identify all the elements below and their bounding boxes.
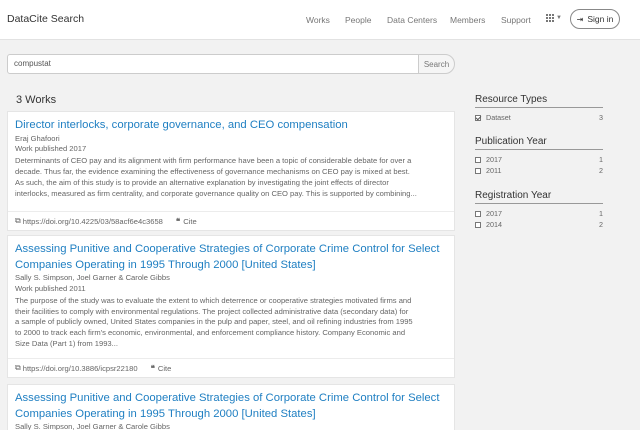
facet-item-2014[interactable]: 2014 2 [475,219,603,230]
signin-label: Sign in [587,14,614,24]
search-input[interactable]: compustat [7,54,419,74]
result-card: Assessing Punitive and Cooperative Strat… [7,235,455,378]
apps-menu-button[interactable]: ▼ [546,14,562,22]
cite-button[interactable]: ❝ Cite [176,217,197,226]
navbar: DataCite Search Works People Data Center… [0,0,640,40]
search-button[interactable]: Search [418,54,455,74]
facet-item-dataset[interactable]: Dataset 3 [475,112,603,123]
result-authors: Sally S. Simpson, Joel Garner & Carole G… [15,422,170,430]
nav-link-people[interactable]: People [345,15,371,25]
caret-down-icon: ▼ [556,15,562,21]
result-description: The purpose of the study was to evaluate… [15,295,413,349]
signin-button[interactable]: ⇥ Sign in [570,9,620,29]
result-published: Work published 2011 [15,283,86,293]
brand-logo[interactable]: DataCite Search [7,13,84,25]
facet-item-2011[interactable]: 2011 2 [475,165,603,176]
divider [475,203,603,204]
nav-link-support[interactable]: Support [501,15,531,25]
checkbox-icon[interactable] [475,156,481,163]
facet-title-publication-year: Publication Year [475,136,547,147]
checkbox-icon[interactable] [475,167,481,174]
result-title-link[interactable]: Director interlocks, corporate governanc… [15,118,447,134]
checkbox-icon[interactable] [475,210,481,217]
quote-icon: ❝ [150,363,155,373]
result-card: Assessing Punitive and Cooperative Strat… [7,384,455,430]
result-title-link[interactable]: Assessing Punitive and Cooperative Strat… [15,391,447,422]
nav-link-works[interactable]: Works [306,15,330,25]
nav-link-members[interactable]: Members [450,15,485,25]
divider [475,107,603,108]
result-card: Director interlocks, corporate governanc… [7,111,455,231]
result-authors: Sally S. Simpson, Joel Garner & Carole G… [15,273,170,282]
checkbox-checked-icon[interactable] [475,114,481,121]
results-count: 3 Works [16,94,57,106]
doi-link[interactable]: https://doi.org/10.4225/03/58acf6e4c3658 [23,217,163,226]
sign-in-icon: ⇥ [576,14,584,24]
quote-icon: ❝ [175,216,181,226]
facet-title-resource-types: Resource Types [475,94,548,105]
checkbox-icon[interactable] [475,221,481,228]
facet-item-2017[interactable]: 2017 1 [475,208,603,219]
result-description: Determinants of CEO pay and its alignmen… [15,156,417,198]
result-footer: ⧉ https://doi.org/10.3886/icpsr22180 ❝ C… [8,358,454,377]
result-footer: ⧉ https://doi.org/10.4225/03/58acf6e4c36… [8,211,454,230]
facet-title-registration-year: Registration Year [475,190,552,201]
doi-link[interactable]: https://doi.org/10.3886/icpsr22180 [23,364,138,373]
external-link-icon: ⧉ [15,216,21,225]
divider [475,149,603,150]
external-link-icon: ⧉ [15,363,21,372]
nav-link-data-centers[interactable]: Data Centers [387,15,437,25]
cite-button[interactable]: ❝ Cite [151,364,172,373]
result-authors: Eraj Ghafoori [15,133,60,143]
facet-item-2017[interactable]: 2017 1 [475,154,603,165]
result-title-link[interactable]: Assessing Punitive and Cooperative Strat… [15,242,447,273]
result-published: Work published 2017 [15,144,87,154]
grid-icon [546,14,554,22]
